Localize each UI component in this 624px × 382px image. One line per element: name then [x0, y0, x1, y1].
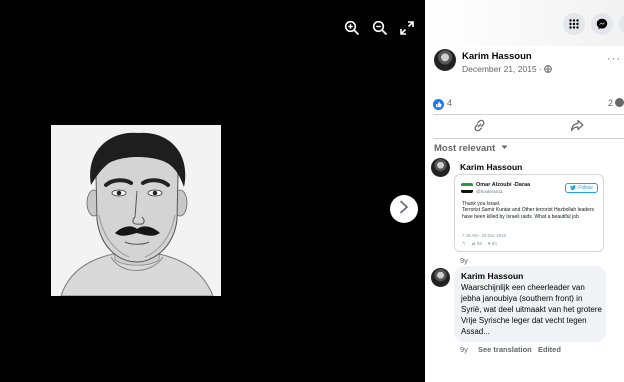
comment-author[interactable]: Karim Hassoun	[460, 162, 522, 172]
see-translation-link[interactable]: See translation	[478, 345, 532, 354]
photo-viewer	[0, 0, 425, 382]
comment-bubble[interactable]: Karim Hassoun Waarschijnlijk een cheerle…	[454, 266, 606, 342]
divider	[433, 138, 624, 139]
comment-age[interactable]: 9y	[460, 345, 468, 354]
messenger-icon[interactable]	[591, 13, 613, 35]
zoom-in-icon[interactable]	[342, 18, 362, 38]
post-date-text: December 21, 2015 ·	[462, 64, 542, 74]
tweet-author-handle: @hooleran11	[476, 189, 503, 194]
tweet-like-count: 60	[491, 241, 497, 246]
next-photo-button[interactable]	[390, 195, 418, 223]
reactions-bar: 4 2	[433, 97, 624, 111]
notifications-icon[interactable]	[619, 13, 624, 35]
retweet-count: 55	[476, 241, 482, 246]
top-bar	[425, 0, 624, 46]
twitter-bird-icon	[570, 184, 577, 192]
avatar[interactable]	[431, 158, 450, 177]
caret-down-icon	[501, 142, 508, 153]
post-actions	[433, 115, 624, 137]
zoom-out-icon[interactable]	[370, 18, 390, 38]
comment-author[interactable]: Karim Hassoun	[461, 271, 523, 281]
tweet-author-name: Omar Alzoubi -Daraa	[476, 182, 531, 188]
fullscreen-icon[interactable]	[397, 18, 417, 38]
share-count[interactable]: 2	[608, 98, 613, 108]
avatar[interactable]	[434, 49, 456, 71]
tweet-follow-label: Follow	[578, 185, 593, 191]
post-photo	[51, 125, 221, 296]
comment-text: Waarschijnlijk een cheerleader van jebha…	[461, 283, 602, 336]
tweet-follow-button: Follow	[565, 183, 598, 193]
like-count[interactable]: 4	[447, 98, 452, 108]
more-options-button[interactable]: ···	[607, 53, 621, 65]
comment-sort-dropdown[interactable]: Most relevant	[434, 142, 508, 154]
like-stat: ♥ 60	[488, 241, 497, 247]
tweet-timestamp: 7:49 AM - 20 Dec 2015	[462, 233, 506, 238]
like-reaction-icon[interactable]	[433, 97, 444, 115]
globe-icon	[544, 65, 553, 75]
edited-label[interactable]: Edited	[538, 345, 561, 354]
reply-icon: ↰	[462, 241, 466, 246]
retweet-icon: ⇄	[471, 241, 476, 246]
avatar[interactable]	[431, 268, 450, 287]
comment-age[interactable]: 9y	[460, 256, 468, 265]
sort-label: Most relevant	[434, 143, 496, 154]
share-arrow-icon[interactable]	[570, 119, 584, 137]
retweet-stat: ⇄ 55	[472, 241, 482, 247]
heart-icon: ♥	[487, 241, 491, 246]
tweet-actions: ↰ ⇄ 55 ♥ 60	[462, 241, 497, 247]
post-date[interactable]: December 21, 2015 ·	[462, 64, 553, 75]
link-icon[interactable]	[473, 119, 486, 137]
tweet-avatar-flag	[461, 183, 473, 193]
share-count-icon	[615, 98, 624, 107]
tweet-text: Thank you Israel. Terrorist Samir Kuntar…	[462, 201, 594, 220]
chevron-right-icon	[398, 200, 410, 219]
post-author[interactable]: Karim Hassoun	[462, 51, 532, 62]
post-header: Karim Hassoun December 21, 2015 · ···	[433, 48, 621, 76]
comment-tweet-image[interactable]: Omar Alzoubi -Daraa @hooleran11 Follow T…	[454, 174, 604, 252]
menu-grid-icon[interactable]	[563, 13, 585, 35]
